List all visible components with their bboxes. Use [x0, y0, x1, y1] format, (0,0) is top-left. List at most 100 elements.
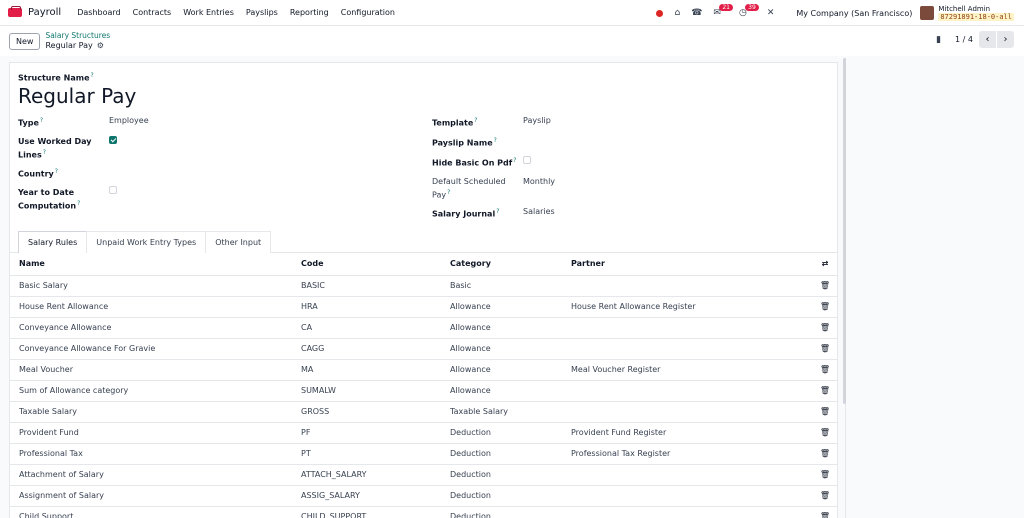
table-row[interactable]: Professional Tax PT Deduction Professional … [10, 443, 837, 465]
trash-icon[interactable]: 🗑 [813, 443, 837, 465]
messages-icon[interactable]: ✉ 21 [713, 4, 733, 18]
trash-icon[interactable]: 🗑 [813, 506, 837, 518]
salary-journal-label: Salary Journal? [432, 208, 500, 219]
avatar[interactable] [920, 6, 935, 20]
scrollbar[interactable] [843, 58, 846, 404]
gear-icon[interactable]: ⚙ [97, 41, 104, 50]
cell-partner [571, 317, 813, 339]
cell-name: Child Support [10, 506, 301, 518]
phone-icon[interactable]: ☎ [691, 8, 702, 18]
column-header-category[interactable]: Category [450, 253, 571, 276]
cell-partner: House Rent Allowance Register [571, 296, 813, 318]
cell-code: GROSS [301, 401, 450, 423]
breadcrumb-current: Regular Pay [45, 41, 93, 50]
cell-category: Deduction [450, 464, 571, 486]
hide-basic-checkbox[interactable] [523, 156, 531, 164]
menu-contracts[interactable]: Contracts [133, 8, 172, 17]
cell-code: CHILD_SUPPORT [301, 506, 450, 518]
table-row[interactable]: House Rent Allowance HRA Allowance House Re… [10, 296, 837, 318]
new-button[interactable]: New [9, 32, 41, 50]
menu-reporting[interactable]: Reporting [290, 8, 329, 17]
messages-badge: 21 [719, 4, 733, 11]
app-brand[interactable]: Payroll [28, 7, 61, 18]
column-header-name[interactable]: Name [10, 253, 301, 276]
cell-code: ATTACH_SALARY [301, 464, 450, 486]
table-row[interactable]: Child Support CHILD_SUPPORT Deduction 🗑 [10, 506, 837, 518]
cell-code: HRA [301, 296, 450, 318]
breadcrumb-parent[interactable]: Salary Structures [45, 31, 110, 41]
table-row[interactable]: Taxable Salary GROSS Taxable Salary 🗑 [10, 401, 837, 423]
table-row[interactable]: Basic Salary BASIC Basic 🗑 [10, 275, 837, 297]
worked-day-lines-label: Use Worked Day Lines? [18, 137, 92, 160]
ytd-computation-checkbox[interactable] [109, 186, 117, 194]
tab-unpaid-work-entry-types[interactable]: Unpaid Work Entry Types [86, 231, 207, 253]
cell-category: Taxable Salary [450, 401, 571, 423]
table-row[interactable]: Conveyance Allowance CA Allowance 🗑 [10, 317, 837, 339]
apps-menu-icon[interactable] [8, 6, 22, 17]
type-field[interactable]: Employee [109, 116, 149, 125]
pager-next-button[interactable]: › [997, 31, 1014, 48]
help-icon: ? [42, 149, 46, 156]
cell-name: House Rent Allowance [10, 296, 301, 318]
tab-salary-rules[interactable]: Salary Rules [18, 231, 88, 253]
help-icon: ? [54, 168, 58, 175]
column-header-partner[interactable]: Partner [571, 253, 813, 276]
cell-code: BASIC [301, 275, 450, 297]
template-field[interactable]: Payslip [523, 116, 551, 125]
trash-icon[interactable]: 🗑 [813, 317, 837, 339]
menu-dashboard[interactable]: Dashboard [77, 8, 120, 17]
trash-icon[interactable]: 🗑 [813, 275, 837, 297]
navbar-systray: ⌂ ☎ ✉ 21 ◷ 39 ✕ My Company (San Francisco)… [656, 0, 1014, 26]
tab-other-input[interactable]: Other Input [205, 231, 272, 253]
column-header-code[interactable]: Code [301, 253, 450, 276]
cell-name: Conveyance Allowance For Gravie [10, 338, 301, 360]
record-icon[interactable] [656, 9, 664, 17]
user-menu[interactable]: Mitchell Admin 87291891-18-0-all [938, 5, 1014, 21]
default-scheduled-pay-label: Default Scheduled Pay? [432, 177, 506, 200]
menu-work-entries[interactable]: Work Entries [183, 8, 234, 17]
country-label: Country? [18, 168, 58, 179]
default-scheduled-pay-field[interactable]: Monthly [523, 177, 555, 186]
salary-rules-table: Name Code Category Partner ⇄ Basic Salar… [10, 253, 837, 518]
trash-icon[interactable]: 🗑 [813, 380, 837, 402]
cell-name: Attachment of Salary [10, 464, 301, 486]
top-navbar: Payroll Dashboard Contracts Work Entries… [0, 0, 1024, 26]
trash-icon[interactable]: 🗑 [813, 485, 837, 507]
pager-value[interactable]: 1 / 4 [955, 35, 973, 44]
table-row[interactable]: Conveyance Allowance For Gravie CAGG Allow… [10, 338, 837, 360]
help-icon: ? [90, 72, 94, 79]
user-name: Mitchell Admin [938, 5, 991, 13]
trash-icon[interactable]: 🗑 [813, 464, 837, 486]
column-settings-icon[interactable]: ⇄ [813, 253, 837, 276]
structure-name-field[interactable]: Regular Pay [18, 84, 136, 108]
trash-icon[interactable]: 🗑 [813, 359, 837, 381]
activity-icon[interactable]: ◷ 39 [739, 4, 759, 18]
cell-name: Basic Salary [10, 275, 301, 297]
table-row[interactable]: Assignment of Salary ASSIG_SALARY Deductio… [10, 485, 837, 507]
menu-configuration[interactable]: Configuration [341, 8, 395, 17]
cell-partner [571, 380, 813, 402]
trash-icon[interactable]: 🗑 [813, 401, 837, 423]
bookmark-icon[interactable]: ▮ [936, 35, 941, 45]
cell-category: Deduction [450, 485, 571, 507]
cell-partner [571, 506, 813, 518]
table-row[interactable]: Attachment of Salary ATTACH_SALARY Deducti… [10, 464, 837, 486]
home-icon[interactable]: ⌂ [674, 8, 680, 18]
tools-icon[interactable]: ✕ [767, 8, 775, 18]
worked-day-lines-checkbox[interactable] [109, 136, 117, 144]
control-panel: New Salary Structures Regular Pay ⚙ ▮ 1 /… [0, 26, 1024, 56]
table-row[interactable]: Sum of Allowance category SUMALW Allowance… [10, 380, 837, 402]
cell-category: Deduction [450, 443, 571, 465]
trash-icon[interactable]: 🗑 [813, 338, 837, 360]
form-sheet: Structure Name? Regular Pay Type? Employ… [9, 62, 838, 518]
cell-partner: Meal Voucher Register [571, 359, 813, 381]
trash-icon[interactable]: 🗑 [813, 422, 837, 444]
table-row[interactable]: Meal Voucher MA Allowance Meal Voucher Regi… [10, 359, 837, 381]
company-switcher[interactable]: My Company (San Francisco) [796, 9, 912, 18]
salary-journal-field[interactable]: Salaries [523, 207, 555, 216]
trash-icon[interactable]: 🗑 [813, 296, 837, 318]
pager-previous-button[interactable]: ‹ [979, 31, 996, 48]
table-row[interactable]: Provident Fund PF Deduction Provident Fund … [10, 422, 837, 444]
menu-payslips[interactable]: Payslips [246, 8, 278, 17]
cell-partner: Provident Fund Register [571, 422, 813, 444]
